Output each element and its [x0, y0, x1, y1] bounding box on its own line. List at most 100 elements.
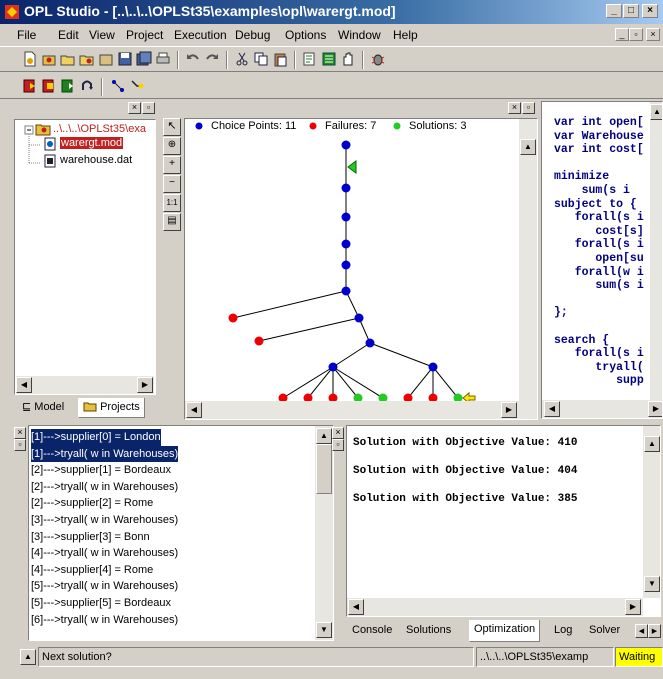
title-bar[interactable]: OPL Studio - [..\..\..\OPLSt35\examples\… — [0, 0, 663, 24]
find-icon[interactable] — [302, 51, 318, 67]
menu-project[interactable]: Project — [126, 28, 163, 42]
redo-icon[interactable] — [204, 51, 220, 67]
menu-edit[interactable]: Edit — [58, 28, 79, 42]
open-icon[interactable] — [60, 51, 76, 67]
close-file-icon[interactable] — [98, 51, 114, 67]
cut-icon[interactable] — [234, 51, 250, 67]
mdi-restore-button[interactable]: ▫ — [629, 28, 643, 41]
trace-list[interactable]: [1]--->supplier[0] = London [1]--->tryall… — [28, 425, 334, 641]
code-scroll-up-icon[interactable]: ▲ — [650, 104, 662, 120]
status-expand-icon[interactable]: ▲ — [20, 649, 36, 665]
tree-panel-restore-button[interactable]: ▫ — [522, 102, 535, 114]
trace-line[interactable]: [2]--->supplier[2] = Rome — [31, 495, 153, 512]
zoom-in-icon[interactable]: + — [163, 156, 181, 174]
tab-optimization[interactable]: Optimization — [469, 620, 541, 642]
zoom-fit-icon[interactable]: ⊕ — [163, 137, 181, 155]
code-scroll-right-icon[interactable]: ▶ — [648, 401, 662, 417]
trace-line[interactable]: [3]--->tryall( w in Warehouses) — [31, 512, 178, 529]
save-icon[interactable] — [117, 51, 133, 67]
code-scroll-left-icon[interactable]: ◀ — [544, 401, 560, 417]
tabs-scroll-left-icon[interactable]: ◀ — [635, 624, 648, 638]
close-button[interactable]: × — [642, 4, 658, 18]
tab-projects[interactable]: Projects — [78, 398, 145, 418]
output-panel-restore-button[interactable]: ▫ — [332, 439, 344, 451]
menu-help[interactable]: Help — [393, 28, 418, 42]
scroll-right-icon[interactable]: ▶ — [137, 377, 153, 393]
menu-view[interactable]: View — [89, 28, 115, 42]
output-scroll-down-icon[interactable]: ▼ — [644, 576, 660, 592]
new-file-icon[interactable] — [22, 51, 38, 67]
trace-line[interactable]: [4]--->supplier[4] = Rome — [31, 562, 153, 579]
trace-line[interactable]: [5]--->tryall( w in Warehouses) — [31, 578, 178, 595]
restart-icon[interactable] — [79, 78, 95, 94]
code-hscrollbar[interactable]: ◀ ▶ — [542, 400, 662, 418]
save-all-icon[interactable] — [136, 51, 152, 67]
zoom-1to1-button[interactable]: 1:1 — [163, 194, 181, 212]
project-hscrollbar[interactable]: ◀ ▶ — [16, 376, 154, 394]
trace-panel-close-button[interactable]: × — [14, 427, 26, 439]
trace-line[interactable]: [5]--->supplier[5] = Bordeaux — [31, 595, 171, 612]
output-panel-close-button[interactable]: × — [332, 427, 344, 439]
tab-solutions[interactable]: Solutions — [402, 621, 455, 641]
step-into-icon[interactable] — [129, 78, 145, 94]
output-scroll-left-icon[interactable]: ◀ — [348, 599, 364, 615]
maximize-button[interactable]: □ — [623, 4, 639, 18]
copy-icon[interactable] — [253, 51, 269, 67]
debug-icon[interactable] — [370, 51, 386, 67]
code-editor[interactable]: var int open[var Warehouse var int cost[m… — [541, 101, 663, 419]
print-icon[interactable] — [155, 51, 171, 67]
run-icon[interactable] — [22, 78, 38, 94]
tabs-scroll-right-icon[interactable]: ▶ — [648, 624, 661, 638]
tree-file-model[interactable]: warergt.mod — [60, 137, 124, 149]
output-scroll-right-icon[interactable]: ▶ — [625, 599, 641, 615]
trace-line[interactable]: [1]--->tryall( w in Warehouses) — [31, 445, 179, 463]
menu-execution[interactable]: Execution — [174, 28, 227, 42]
trace-line[interactable]: [1]--->supplier[0] = London — [31, 429, 161, 446]
trace-line[interactable]: [3]--->supplier[3] = Bonn — [31, 529, 150, 546]
hand-icon[interactable] — [340, 51, 356, 67]
tree-hscrollbar[interactable]: ◀ ▶ — [185, 401, 537, 419]
trace-panel-restore-button[interactable]: ▫ — [14, 439, 26, 451]
output-hscrollbar[interactable]: ◀ ▶ — [347, 598, 643, 616]
trace-line[interactable]: [2]--->supplier[1] = Bordeaux — [31, 462, 171, 479]
tree-layout-icon[interactable]: ▤ — [163, 213, 181, 231]
build-icon[interactable] — [321, 51, 337, 67]
scroll-left-icon[interactable]: ◀ — [16, 377, 32, 393]
new-project-icon[interactable] — [41, 51, 57, 67]
step-icon[interactable] — [41, 78, 57, 94]
show-tree-icon[interactable] — [110, 78, 126, 94]
trace-vscrollbar[interactable]: ▲ ▼ — [315, 426, 333, 640]
trace-scroll-down-icon[interactable]: ▼ — [316, 622, 332, 638]
tree-vscrollbar[interactable]: ▲ — [519, 119, 537, 401]
mdi-minimize-button[interactable]: _ — [615, 28, 629, 41]
menu-window[interactable]: Window — [338, 28, 381, 42]
tree-scroll-up-icon[interactable]: ▲ — [520, 139, 536, 155]
next-solution-icon[interactable] — [60, 78, 76, 94]
zoom-out-icon[interactable]: − — [163, 175, 181, 193]
menu-debug[interactable]: Debug — [235, 28, 270, 42]
paste-icon[interactable] — [272, 51, 288, 67]
mdi-close-button[interactable]: × — [646, 28, 660, 41]
tab-model[interactable]: ⊑ Model — [18, 398, 68, 418]
select-arrow-icon[interactable]: ↖ — [163, 118, 181, 136]
panel-restore-button[interactable]: ▫ — [142, 102, 155, 114]
panel-close-button[interactable]: × — [128, 102, 141, 114]
project-root-label[interactable]: ..\..\..\OPLSt35\exa — [53, 123, 146, 135]
open-project-icon[interactable] — [79, 51, 95, 67]
tab-log[interactable]: Log — [550, 621, 576, 641]
menu-options[interactable]: Options — [285, 28, 326, 42]
trace-line[interactable]: [2]--->tryall( w in Warehouses) — [31, 479, 178, 496]
minimize-button[interactable]: _ — [606, 4, 622, 18]
tab-console[interactable]: Console — [348, 621, 396, 641]
output-scroll-up-icon[interactable]: ▲ — [644, 436, 660, 452]
tree-scroll-right-icon[interactable]: ▶ — [501, 402, 517, 418]
code-vscrollbar[interactable]: ▲ — [650, 102, 662, 400]
search-tree-canvas[interactable]: Choice Points: 11 Failures: 7 Solutions:… — [184, 118, 538, 420]
solutions-output[interactable]: Solution with Objective Value: 410 Solut… — [346, 425, 661, 617]
trace-scroll-up-icon[interactable]: ▲ — [316, 428, 332, 444]
output-vscrollbar[interactable]: ▲ ▼ — [643, 426, 660, 598]
tree-scroll-left-icon[interactable]: ◀ — [186, 402, 202, 418]
tree-file-data[interactable]: warehouse.dat — [60, 154, 132, 166]
tree-panel-close-button[interactable]: × — [508, 102, 521, 114]
trace-scroll-thumb[interactable] — [316, 444, 332, 494]
